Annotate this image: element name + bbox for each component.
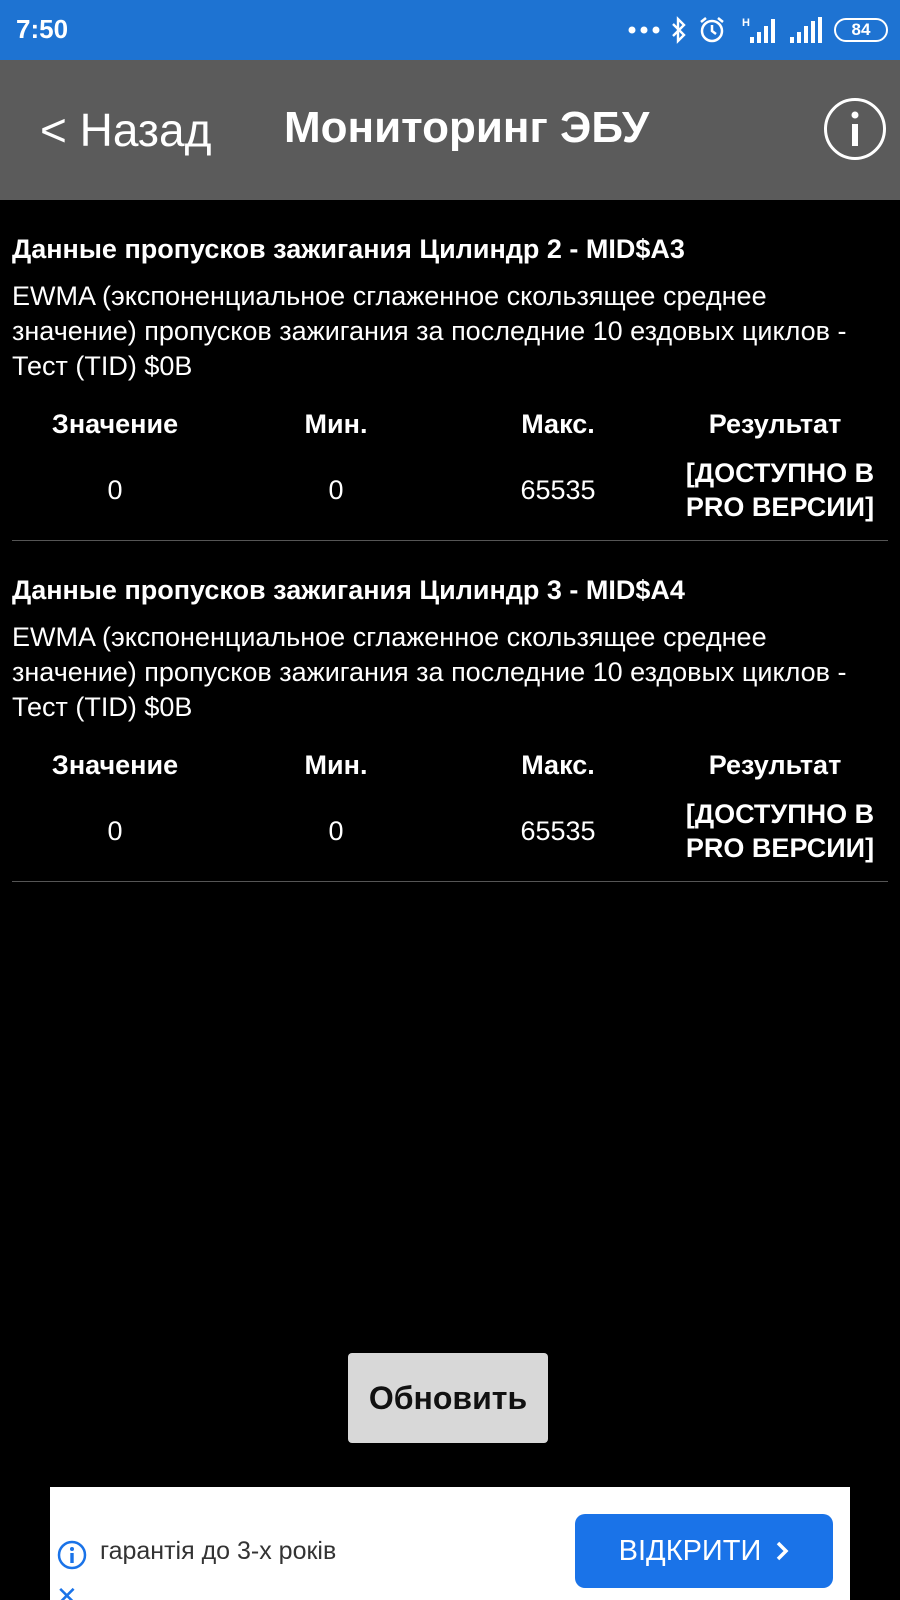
app-bar: < Назад Мониторинг ЭБУ [0, 60, 900, 200]
more-dots-icon [628, 26, 660, 34]
table-row: 0 0 65535 [ДОСТУПНО В PRO ВЕРСИИ] [12, 444, 888, 540]
back-button[interactable]: < Назад [40, 103, 211, 157]
ad-banner: гарантія до 3-х років ✕ ВІДКРИТИ [50, 1487, 850, 1600]
min-cell: 0 [328, 815, 344, 846]
result-line: [ДОСТУПНО В [685, 799, 875, 829]
status-time: 7:50 [16, 14, 69, 44]
bluetooth-icon [672, 16, 686, 44]
svg-text:H: H [742, 17, 750, 29]
battery-icon: 84 [834, 18, 888, 42]
status-icons: H 84 [628, 12, 888, 48]
monitor-list: Данные пропусков зажигания Цилиндр 2 - M… [12, 200, 888, 882]
page-title: Мониторинг ЭБУ [284, 103, 650, 152]
column-header-min: Мин. [304, 408, 368, 439]
result-line: [ДОСТУПНО В [685, 458, 875, 488]
monitor-section: Данные пропусков зажигания Цилиндр 2 - M… [12, 232, 888, 541]
signal-h-icon: H [742, 17, 775, 43]
ad-open-label: ВІДКРИТИ [618, 1534, 762, 1567]
value-cell: 0 [107, 815, 123, 846]
signal-icon [790, 17, 822, 43]
result-line: PRO ВЕРСИИ] [685, 833, 875, 863]
column-header-value: Значение [51, 408, 179, 439]
table-row: 0 0 65535 [ДОСТУПНО В PRO ВЕРСИИ] [12, 785, 888, 881]
column-header-result: Результат [708, 749, 842, 780]
column-header-result: Результат [708, 408, 842, 439]
result-line: PRO ВЕРСИИ] [685, 492, 875, 522]
ad-info-icon[interactable] [56, 1539, 88, 1571]
max-cell: 65535 [520, 815, 596, 846]
section-title: Данные пропусков зажигания Цилиндр 3 - M… [12, 575, 685, 605]
close-icon[interactable]: ✕ [56, 1581, 78, 1600]
min-cell: 0 [328, 474, 344, 505]
column-header-min: Мин. [304, 749, 368, 780]
table-header: Значение Мин. Макс. Результат [12, 745, 888, 785]
value-cell: 0 [107, 474, 123, 505]
ad-text: гарантія до 3-х років [100, 1537, 337, 1565]
section-title: Данные пропусков зажигания Цилиндр 2 - M… [12, 234, 685, 264]
ad-open-button[interactable]: ВІДКРИТИ [575, 1514, 833, 1588]
column-header-value: Значение [51, 749, 179, 780]
section-description: EWMA (экспоненциальное сглаженное скольз… [12, 281, 847, 381]
column-header-max: Макс. [521, 749, 595, 780]
result-cell: [ДОСТУПНО В PRO ВЕРСИИ] [662, 456, 888, 524]
section-description: EWMA (экспоненциальное сглаженное скольз… [12, 622, 847, 722]
alarm-icon [700, 17, 724, 43]
info-icon [851, 111, 859, 146]
info-button[interactable] [824, 98, 886, 160]
table-header: Значение Мин. Макс. Результат [12, 404, 888, 444]
chevron-right-icon [777, 1541, 789, 1561]
column-header-max: Макс. [521, 408, 595, 439]
max-cell: 65535 [520, 474, 596, 505]
result-cell: [ДОСТУПНО В PRO ВЕРСИИ] [662, 797, 888, 865]
refresh-button[interactable]: Обновить [348, 1353, 548, 1443]
monitor-section: Данные пропусков зажигания Цилиндр 3 - M… [12, 573, 888, 882]
status-bar: 7:50 H 84 [0, 0, 900, 60]
